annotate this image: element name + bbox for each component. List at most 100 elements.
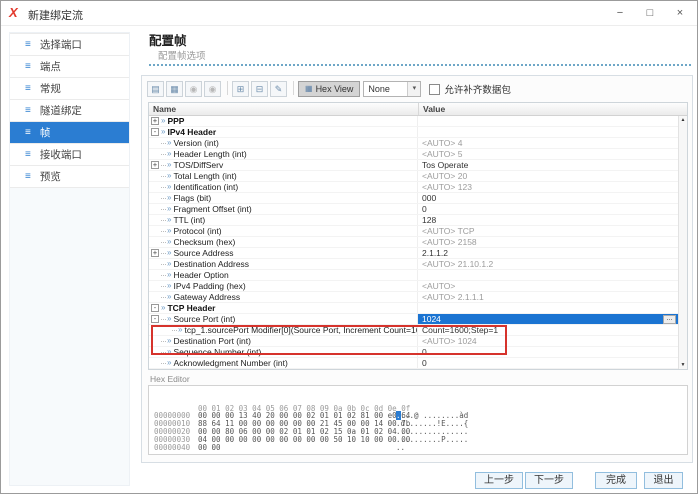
allow-padding-checkbox[interactable] [429,84,440,95]
table-row[interactable]: +»Source Address2.1.1.2 [149,248,678,259]
table-row[interactable]: +»PPP [149,116,678,127]
sidebar-item-label: 预览 [40,169,61,184]
sidebar-item-6[interactable]: ≡预览 [10,166,129,188]
edit-icon[interactable]: ✎ [270,81,287,97]
field-arrow-icon: » [167,337,171,345]
table-row[interactable]: »tcp_1.sourcePort Modifier[0](Source Por… [149,325,678,336]
sidebar-item-label: 端点 [40,59,61,74]
field-name: Destination Address [173,259,249,269]
collapse-icon[interactable]: - [151,304,159,312]
expand-icon[interactable]: + [151,161,159,169]
sidebar-item-label: 接收端口 [40,147,82,162]
table-row[interactable]: »Header Option [149,270,678,281]
tree-line [161,319,166,320]
more-options-button[interactable]: ... [663,315,676,324]
prev-step-button[interactable]: 上一步 [475,472,523,489]
hex-ascii: .. [396,443,405,452]
close-button[interactable]: × [665,1,695,25]
vertical-scrollbar[interactable]: ▲ ▼ [678,116,687,369]
table-row[interactable]: »Destination Port (int)<AUTO> 1024 [149,336,678,347]
table-view-icon[interactable]: ▦ [166,81,183,97]
table-row[interactable]: +»TOS/DiffServTos Operate [149,160,678,171]
finish-button[interactable]: 完成 [595,472,637,489]
table-row[interactable]: -»Source Port (int)1024... [149,314,678,325]
field-arrow-icon: » [167,315,171,323]
field-name: Sequence Number (int) [173,347,261,357]
sidebar-item-0[interactable]: ≡选择端口 [10,33,129,56]
row-value-cell: <AUTO> 2158 [418,237,678,247]
encapsulation-select-value: None [368,84,390,94]
table-row[interactable]: »Header Length (int)<AUTO> 5 [149,149,678,160]
row-name-cell: »Version (int) [149,138,418,148]
sidebar-item-label: 选择端口 [40,37,82,52]
table-row[interactable]: »Version (int)<AUTO> 4 [149,138,678,149]
sidebar-item-5[interactable]: ≡接收端口 [10,144,129,166]
row-name-cell: »Fragment Offset (int) [149,204,418,214]
table-row[interactable]: »Fragment Offset (int)0 [149,204,678,215]
hex-view-toggle[interactable]: ▦ Hex View [298,81,360,97]
expand-icon[interactable]: + [151,249,159,257]
frame-toolbar: ▤▦◉◉⊞⊟✎ ▦ Hex View None ▾ 允许补齐数据包 [147,80,511,98]
hex-editor[interactable]: 00 01 02 03 04 05 06 07 08 09 0a 0b 0c 0… [148,385,688,455]
sidebar-item-1[interactable]: ≡端点 [10,56,129,78]
table-row[interactable]: »Protocol (int)<AUTO> TCP [149,226,678,237]
row-value-cell [418,127,678,137]
field-arrow-icon: » [161,304,165,312]
field-name: Source Address [173,248,233,258]
table-row[interactable]: »Flags (bit)000 [149,193,678,204]
insert-field-icon[interactable]: ▤ [147,81,164,97]
row-value-cell [418,116,678,126]
row-value-cell: <AUTO> 1024 [418,336,678,346]
scroll-up-icon[interactable]: ▲ [679,117,687,123]
collapse-icon[interactable]: - [151,128,159,136]
menu-lines-icon: ≡ [25,106,31,116]
scroll-down-icon[interactable]: ▼ [679,362,687,368]
table-row[interactable]: »TTL (int)128 [149,215,678,226]
sidebar-item-4[interactable]: ≡帧 [10,122,129,144]
table-row[interactable]: »Acknowledgment Number (int)0 [149,358,678,369]
table-row[interactable]: »Destination Address<AUTO> 21.10.1.2 [149,259,678,270]
field-name: Source Port (int) [173,314,235,324]
encapsulation-select[interactable]: None ▾ [363,81,421,97]
hex-content: 00 01 02 03 04 05 06 07 08 09 0a 0b 0c 0… [154,405,687,452]
table-row[interactable]: »Total Length (int)<AUTO> 20 [149,171,678,182]
row-name-cell: +»TOS/DiffServ [149,160,418,170]
page-title: 配置帧 [149,30,187,49]
field-arrow-icon: » [167,183,171,191]
field-arrow-icon: » [167,161,171,169]
hex-view-label: Hex View [316,84,354,94]
field-arrow-icon: » [161,117,165,125]
table-row[interactable]: »Checksum (hex)<AUTO> 2158 [149,237,678,248]
table-row[interactable]: »Identification (int)<AUTO> 123 [149,182,678,193]
row-name-cell: »Header Option [149,270,418,280]
exit-button[interactable]: 退出 [644,472,683,489]
table-row[interactable]: »Gateway Address<AUTO> 2.1.1.1 [149,292,678,303]
table-row[interactable]: -»TCP Header [149,303,678,314]
move-down-icon: ◉ [204,81,221,97]
sidebar-item-label: 常规 [40,81,61,96]
field-name: TCP Header [167,303,215,313]
table-row[interactable]: »Sequence Number (int)0 [149,347,678,358]
maximize-button[interactable]: □ [635,1,665,25]
tree-line [161,198,166,199]
table-row[interactable]: »IPv4 Padding (hex)<AUTO> [149,281,678,292]
field-arrow-icon: » [167,216,171,224]
collapse-all-icon[interactable]: ⊟ [251,81,268,97]
minimize-button[interactable]: − [605,1,635,25]
page-subtitle: 配置帧选项 [158,48,206,62]
sidebar-item-3[interactable]: ≡隧道绑定 [10,100,129,122]
table-row[interactable]: -»IPv4 Header [149,127,678,138]
field-arrow-icon: » [167,348,171,356]
expand-icon[interactable]: + [151,117,159,125]
field-arrow-icon: » [167,359,171,367]
row-name-cell: »Sequence Number (int) [149,347,418,357]
next-step-button[interactable]: 下一步 [525,472,573,489]
field-name: PPP [167,116,184,126]
tree-line [161,363,166,364]
collapse-icon[interactable]: - [151,315,159,323]
sidebar-item-2[interactable]: ≡常规 [10,78,129,100]
expand-all-icon[interactable]: ⊞ [232,81,249,97]
value-column-header: Value [418,103,687,115]
wizard-sidebar: ≡选择端口≡端点≡常规≡隧道绑定≡帧≡接收端口≡预览 [9,32,130,486]
hex-editor-label: Hex Editor [150,374,190,384]
